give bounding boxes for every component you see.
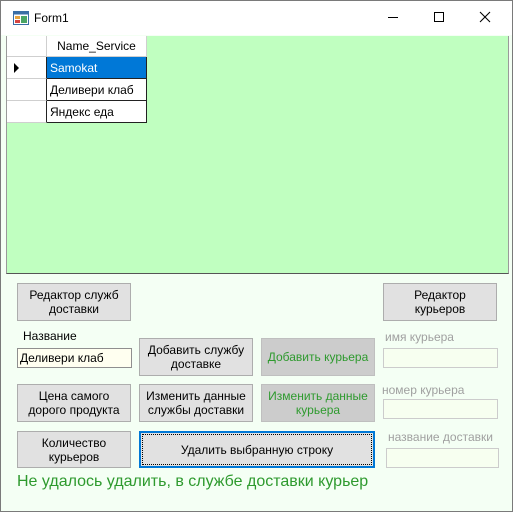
add-courier-button[interactable]: Добавить курьера <box>261 338 375 376</box>
row-header[interactable] <box>7 79 47 101</box>
courier-number-label: номер курьера <box>382 383 465 397</box>
data-grid-view[interactable]: Name_Service Samokat Деливери клаб Яндек… <box>6 36 509 274</box>
grid-cell[interactable]: Samokat <box>47 57 147 79</box>
service-editor-button[interactable]: Редактор служб доставки <box>17 283 131 321</box>
courier-count-button[interactable]: Количество курьеров <box>17 431 131 468</box>
row-header-current[interactable] <box>7 57 47 79</box>
delivery-name-label: название доставки <box>388 430 493 444</box>
minimize-button[interactable] <box>370 1 416 35</box>
change-service-button[interactable]: Изменить данные службы доставки <box>139 384 253 422</box>
courier-name-input[interactable] <box>383 348 498 368</box>
service-name-input[interactable]: Деливери клаб <box>17 348 132 368</box>
name-label: Название <box>23 329 77 343</box>
change-courier-button[interactable]: Изменить данные курьера <box>261 384 375 422</box>
status-message: Не удалось удалить, в службе доставки ку… <box>17 473 369 490</box>
window-title: Form1 <box>34 11 69 25</box>
maximize-icon <box>433 11 445 26</box>
column-header-name-service[interactable]: Name_Service <box>47 36 147 57</box>
maximize-button[interactable] <box>416 1 462 35</box>
courier-name-label: имя курьера <box>385 330 454 344</box>
courier-number-input[interactable] <box>383 399 498 419</box>
delete-row-button[interactable]: Удалить выбранную строку <box>139 431 375 468</box>
add-service-button[interactable]: Добавить службу доставке <box>139 338 253 376</box>
grid-cell[interactable]: Яндекс еда <box>47 101 147 123</box>
close-icon <box>479 11 491 26</box>
grid-cell[interactable]: Деливери клаб <box>47 79 147 101</box>
most-expensive-product-button[interactable]: Цена самого дорого продукта <box>17 384 131 422</box>
courier-editor-button[interactable]: Редактор курьеров <box>383 283 497 321</box>
close-button[interactable] <box>462 1 508 35</box>
winforms-app-icon <box>13 11 29 25</box>
main-window: Form1 Name_Service Samokat Деливери клаб… <box>0 0 513 512</box>
current-row-arrow-icon <box>14 63 19 73</box>
title-bar[interactable]: Form1 <box>1 1 512 35</box>
grid-corner-header[interactable] <box>7 36 47 57</box>
delivery-name-input[interactable] <box>386 448 499 468</box>
minimize-icon <box>387 11 399 26</box>
row-header[interactable] <box>7 101 47 123</box>
